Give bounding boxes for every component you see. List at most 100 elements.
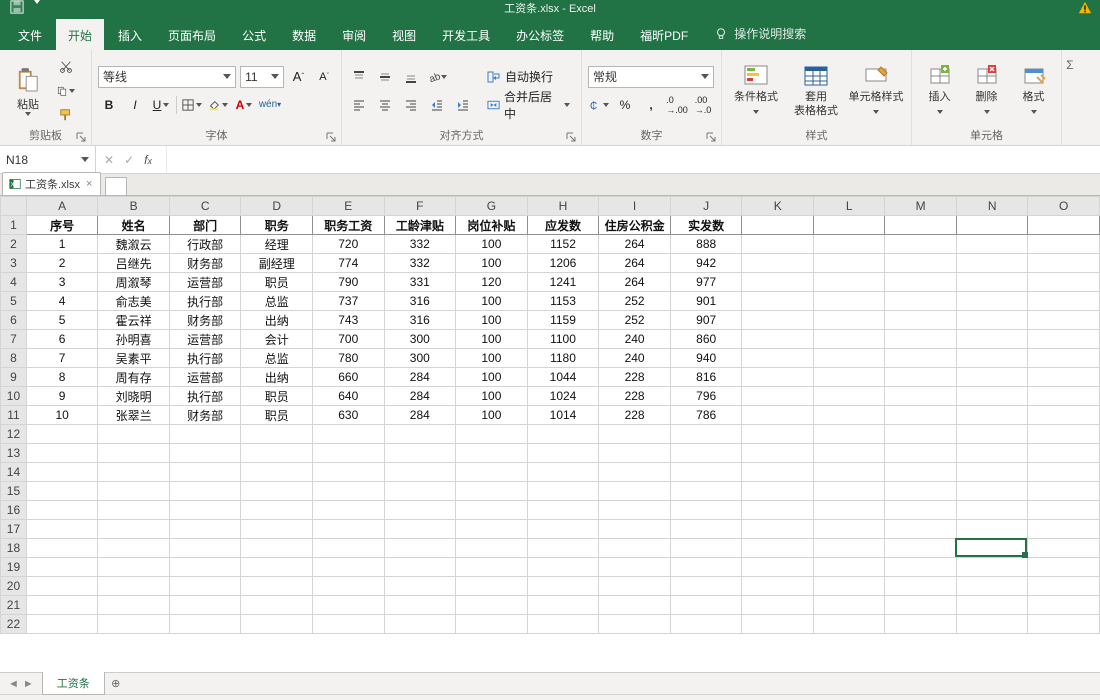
cell[interactable] [241, 539, 313, 558]
font-family-combo[interactable]: 等线 [98, 66, 236, 88]
cell[interactable] [169, 520, 241, 539]
row-header[interactable]: 16 [1, 501, 27, 520]
cell[interactable] [813, 596, 884, 615]
cell[interactable]: 1180 [527, 349, 599, 368]
decrease-indent-button[interactable] [426, 94, 448, 116]
column-header[interactable]: J [670, 197, 742, 216]
align-top-button[interactable] [348, 66, 370, 88]
row-header[interactable]: 13 [1, 444, 27, 463]
cell[interactable] [384, 577, 456, 596]
cell[interactable] [241, 444, 313, 463]
cell[interactable]: 630 [312, 406, 384, 425]
column-header[interactable]: M [885, 197, 957, 216]
cell[interactable] [1028, 520, 1100, 539]
cell[interactable] [169, 425, 241, 444]
cell[interactable] [456, 463, 528, 482]
tab-office-tab[interactable]: 办公标签 [504, 19, 576, 50]
cell[interactable]: 240 [599, 349, 671, 368]
cell[interactable]: 228 [599, 387, 671, 406]
cell[interactable]: 9 [26, 387, 98, 406]
cell[interactable] [26, 577, 98, 596]
cell[interactable] [956, 577, 1027, 596]
cell[interactable] [885, 273, 957, 292]
cell[interactable]: 284 [384, 406, 456, 425]
cell[interactable] [742, 482, 813, 501]
align-left-button[interactable] [348, 94, 370, 116]
cell[interactable] [384, 520, 456, 539]
cell[interactable]: 100 [456, 387, 528, 406]
font-color-button[interactable]: A [233, 94, 255, 116]
delete-cells-button[interactable]: 删除 [965, 63, 1008, 117]
cell[interactable] [384, 615, 456, 634]
cell[interactable] [312, 425, 384, 444]
ribbon-overflow[interactable]: Σ [1062, 50, 1078, 145]
cell[interactable]: 300 [384, 330, 456, 349]
copy-button[interactable] [56, 81, 76, 101]
cell[interactable] [885, 558, 957, 577]
cell[interactable] [1028, 615, 1100, 634]
column-header[interactable]: O [1028, 197, 1100, 216]
cell[interactable] [312, 463, 384, 482]
cell[interactable] [384, 501, 456, 520]
cell[interactable] [1028, 235, 1100, 254]
cell[interactable] [813, 520, 884, 539]
cell[interactable] [670, 482, 742, 501]
cell[interactable] [98, 482, 170, 501]
cell[interactable]: 1153 [527, 292, 599, 311]
cell[interactable] [456, 577, 528, 596]
font-launcher[interactable] [325, 131, 337, 143]
cell[interactable]: 职务工资 [312, 216, 384, 235]
cell[interactable]: 786 [670, 406, 742, 425]
cell[interactable] [456, 558, 528, 577]
insert-cells-button[interactable]: 插入 [918, 63, 961, 117]
tab-view[interactable]: 视图 [380, 19, 428, 50]
row-header[interactable]: 15 [1, 482, 27, 501]
cell[interactable] [1028, 482, 1100, 501]
clipboard-launcher[interactable] [75, 131, 87, 143]
cell[interactable] [98, 444, 170, 463]
number-launcher[interactable] [705, 131, 717, 143]
cell[interactable] [885, 311, 957, 330]
cell[interactable] [956, 292, 1027, 311]
cell[interactable] [26, 520, 98, 539]
tab-help[interactable]: 帮助 [578, 19, 626, 50]
cell[interactable] [885, 254, 957, 273]
cell[interactable]: 部门 [169, 216, 241, 235]
cell[interactable] [241, 463, 313, 482]
cell[interactable] [456, 425, 528, 444]
cell[interactable] [742, 387, 813, 406]
align-bottom-button[interactable] [400, 66, 422, 88]
cell[interactable] [956, 615, 1027, 634]
cell[interactable] [813, 330, 884, 349]
cell[interactable]: 应发数 [527, 216, 599, 235]
cell[interactable]: 霍云祥 [98, 311, 170, 330]
cell[interactable]: 100 [456, 349, 528, 368]
cell[interactable]: 行政部 [169, 235, 241, 254]
row-header[interactable]: 19 [1, 558, 27, 577]
cell[interactable]: 财务部 [169, 254, 241, 273]
cell[interactable]: 会计 [241, 330, 313, 349]
cell[interactable] [456, 596, 528, 615]
cell[interactable]: 1 [26, 235, 98, 254]
cell[interactable]: 岗位补贴 [456, 216, 528, 235]
cell[interactable]: 332 [384, 254, 456, 273]
cell[interactable]: 1044 [527, 368, 599, 387]
cell[interactable] [527, 539, 599, 558]
cell[interactable] [813, 425, 884, 444]
cell[interactable] [1028, 311, 1100, 330]
cell[interactable]: 1152 [527, 235, 599, 254]
cell[interactable] [742, 425, 813, 444]
bold-button[interactable]: B [98, 94, 120, 116]
cell[interactable]: 吴素平 [98, 349, 170, 368]
row-header[interactable]: 4 [1, 273, 27, 292]
cell[interactable]: 100 [456, 368, 528, 387]
cell[interactable]: 228 [599, 368, 671, 387]
cell[interactable] [956, 387, 1027, 406]
cell[interactable] [26, 596, 98, 615]
tab-page-layout[interactable]: 页面布局 [156, 19, 228, 50]
cell[interactable] [670, 596, 742, 615]
cell[interactable]: 264 [599, 273, 671, 292]
cell[interactable] [742, 216, 813, 235]
sheet-nav-next[interactable]: ► [23, 678, 34, 690]
fill-color-button[interactable] [207, 94, 229, 116]
